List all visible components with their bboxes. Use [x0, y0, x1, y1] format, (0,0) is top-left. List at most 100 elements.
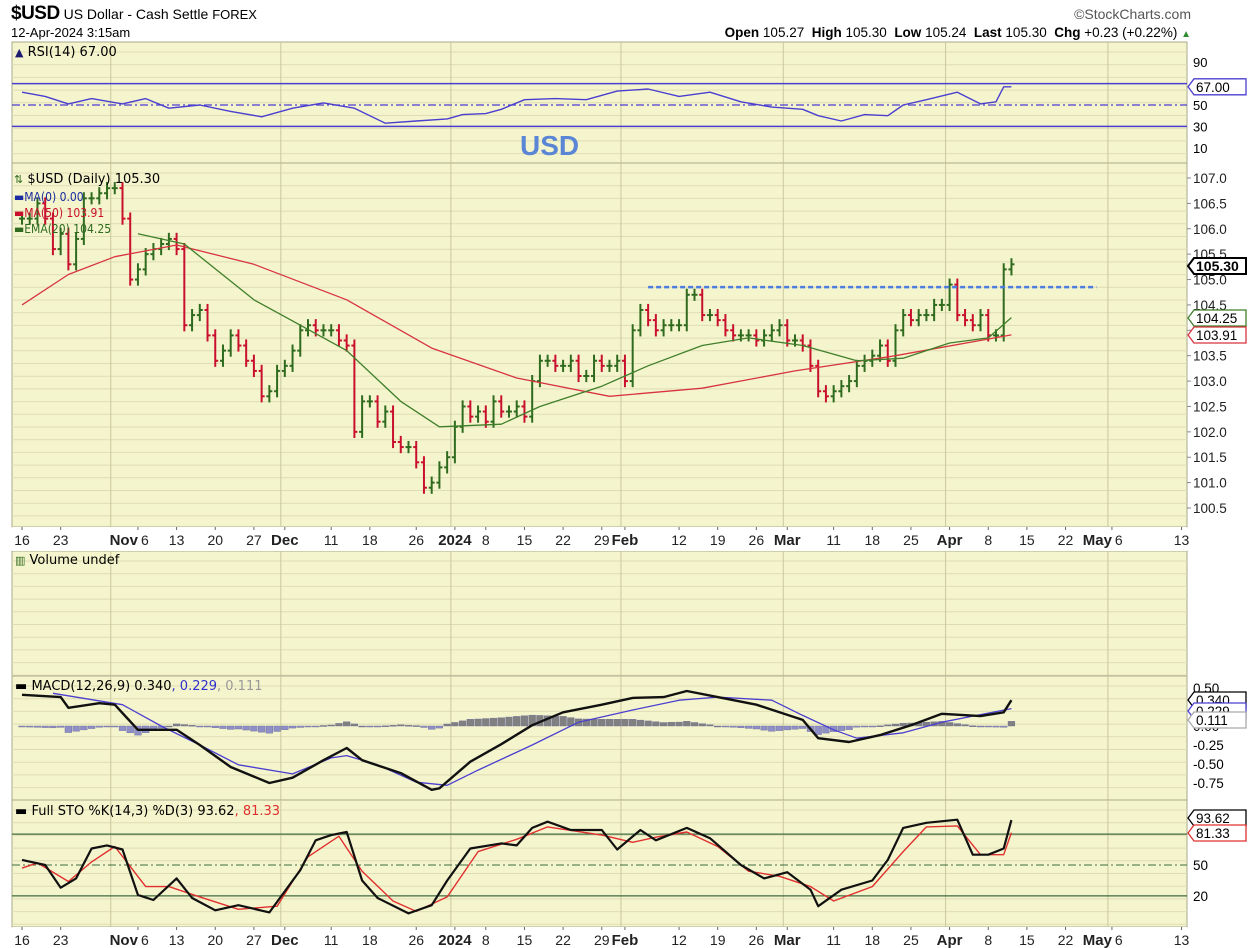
x-tick-label: 26 — [408, 532, 424, 548]
macd-histogram-bar — [373, 725, 382, 728]
macd-histogram-bar — [683, 721, 691, 727]
macd-histogram-bar — [768, 725, 776, 732]
ma0-swatch-icon: ▬ — [14, 190, 25, 204]
chg-label: Chg — [1054, 25, 1081, 40]
macd-histogram-bar — [729, 725, 737, 728]
x-tick-label: 22 — [1058, 532, 1074, 548]
macd-histogram-bar — [860, 725, 869, 728]
ema20-swatch-icon: ▬ — [14, 222, 25, 236]
macd-histogram-bar — [273, 725, 281, 732]
x-tick-label: 8 — [482, 932, 490, 948]
macd-histogram-bar — [868, 725, 876, 728]
stockcharts-brand[interactable]: ©StockCharts.com — [1074, 6, 1191, 22]
chg-value: +0.23 (+0.22%) — [1084, 25, 1178, 40]
x-tick-label: May — [1083, 932, 1113, 948]
macd-histogram-bar — [745, 725, 753, 729]
x-tick-label: Nov — [110, 932, 139, 948]
price-legend-text: $USD (Daily) 105.30 — [27, 172, 161, 187]
panel-price — [11, 162, 1188, 528]
macd-histogram-bar — [366, 725, 374, 728]
macd-histogram-bar — [520, 715, 529, 727]
price-axis-label: 102.0 — [1193, 425, 1227, 440]
macd-histogram-bar — [629, 719, 637, 727]
ma50-legend: ▬MA(50) 103.91 — [14, 205, 104, 221]
macd-histogram-bar — [814, 725, 822, 735]
macd-histogram-bar — [64, 725, 72, 733]
macd-histogram-bar — [992, 725, 1000, 728]
low-value: 105.24 — [925, 25, 967, 40]
price-axis-label: 101.0 — [1193, 476, 1227, 491]
macd-histogram-bar — [126, 725, 134, 734]
x-tick-label: 16 — [14, 532, 30, 548]
x-tick-label: May — [1083, 532, 1113, 549]
ma0-legend: ▬MA(0) 0.00 — [14, 189, 84, 205]
x-tick-label: 20 — [207, 532, 223, 548]
x-tick-label: 11 — [324, 532, 339, 548]
price-tag-ma: 103.91 — [1187, 326, 1247, 344]
macd-histogram-bar — [335, 723, 343, 727]
rsi-legend-text: RSI(14) 67.00 — [27, 45, 117, 60]
rsi-axis-label: 90 — [1193, 55, 1207, 70]
x-tick-label: Feb — [612, 932, 639, 948]
x-tick-label: 15 — [1019, 932, 1035, 948]
macd-histogram-bar — [775, 725, 784, 731]
macd-histogram-bar — [505, 716, 513, 727]
macd-histogram-bar — [350, 723, 358, 727]
macd-histogram-bar — [799, 725, 807, 729]
high-label: High — [811, 25, 842, 40]
macd-histogram-bar — [18, 725, 26, 728]
macd-histogram-bar — [57, 725, 65, 728]
up-triangle-icon: ▲ — [1181, 29, 1191, 40]
rsi-axis-label: 10 — [1193, 141, 1207, 156]
macd-histogram-bar — [49, 725, 57, 729]
x-tick-sublabel: 6 — [1115, 532, 1123, 548]
macd-histogram-bar — [80, 725, 88, 731]
macd-tag-hist: 0.111 — [1187, 711, 1247, 729]
open-label: Open — [724, 25, 760, 40]
macd-histogram-bar — [837, 725, 845, 731]
x-tick-label: 8 — [984, 932, 992, 948]
macd-histogram-bar — [26, 725, 34, 728]
macd-histogram-bar — [219, 725, 227, 729]
x-tick-label: 22 — [555, 532, 571, 548]
exchange: FOREX — [212, 7, 257, 22]
macd-histogram-bar — [953, 723, 961, 727]
x-tick-label: 13 — [1174, 532, 1190, 548]
macd-histogram-bar — [265, 725, 273, 734]
macd-histogram-bar — [172, 723, 181, 727]
macd-histogram-bar — [652, 721, 660, 727]
macd-histogram-bar — [95, 725, 103, 728]
macd-histogram-bar — [242, 725, 250, 731]
macd-histogram-bar — [706, 724, 714, 727]
macd-histogram-bar — [296, 725, 304, 728]
ma50-legend-text: MA(50) 103.91 — [24, 206, 105, 220]
macd-histogram-bar — [227, 725, 235, 730]
macd-histogram-bar — [404, 725, 413, 727]
x-tick-label: 13 — [169, 932, 185, 948]
x-tick-label: 2024 — [438, 532, 472, 549]
x-tick-label: 23 — [53, 532, 69, 548]
ema20-legend: ▬EMA(20) 104.25 — [14, 221, 111, 237]
panel-vol — [11, 550, 1188, 677]
price-tag-ema-text: 104.25 — [1196, 311, 1237, 326]
macd-histogram-bar — [791, 725, 799, 730]
macd-histogram-bar — [443, 723, 451, 727]
macd-axis-label: -0.25 — [1193, 738, 1224, 753]
macd-histogram-bar — [41, 725, 49, 728]
volume-legend-text: Volume undef — [29, 553, 120, 568]
sto-legend: ▬ Full STO %K(14,3) %D(3) 93.62, 81.33 — [15, 804, 280, 820]
macd-histogram-bar — [690, 722, 699, 727]
macd-histogram-bar — [667, 722, 675, 727]
macd-tag-hist-text: 0.111 — [1196, 713, 1228, 728]
macd-histogram-bar — [118, 725, 127, 731]
last-value: 105.30 — [1005, 25, 1047, 40]
high-value: 105.30 — [845, 25, 887, 40]
x-tick-label: 29 — [594, 932, 610, 948]
x-tick-label: 2024 — [438, 932, 472, 948]
macd-histogram-bar — [1000, 725, 1008, 728]
sto-tag-d-text: 81.33 — [1196, 826, 1230, 841]
macd-histogram-bar — [482, 718, 490, 727]
macd-histogram-bar — [760, 725, 768, 731]
x-tick-label: Nov — [110, 532, 139, 549]
macd-histogram-bar — [946, 722, 954, 727]
